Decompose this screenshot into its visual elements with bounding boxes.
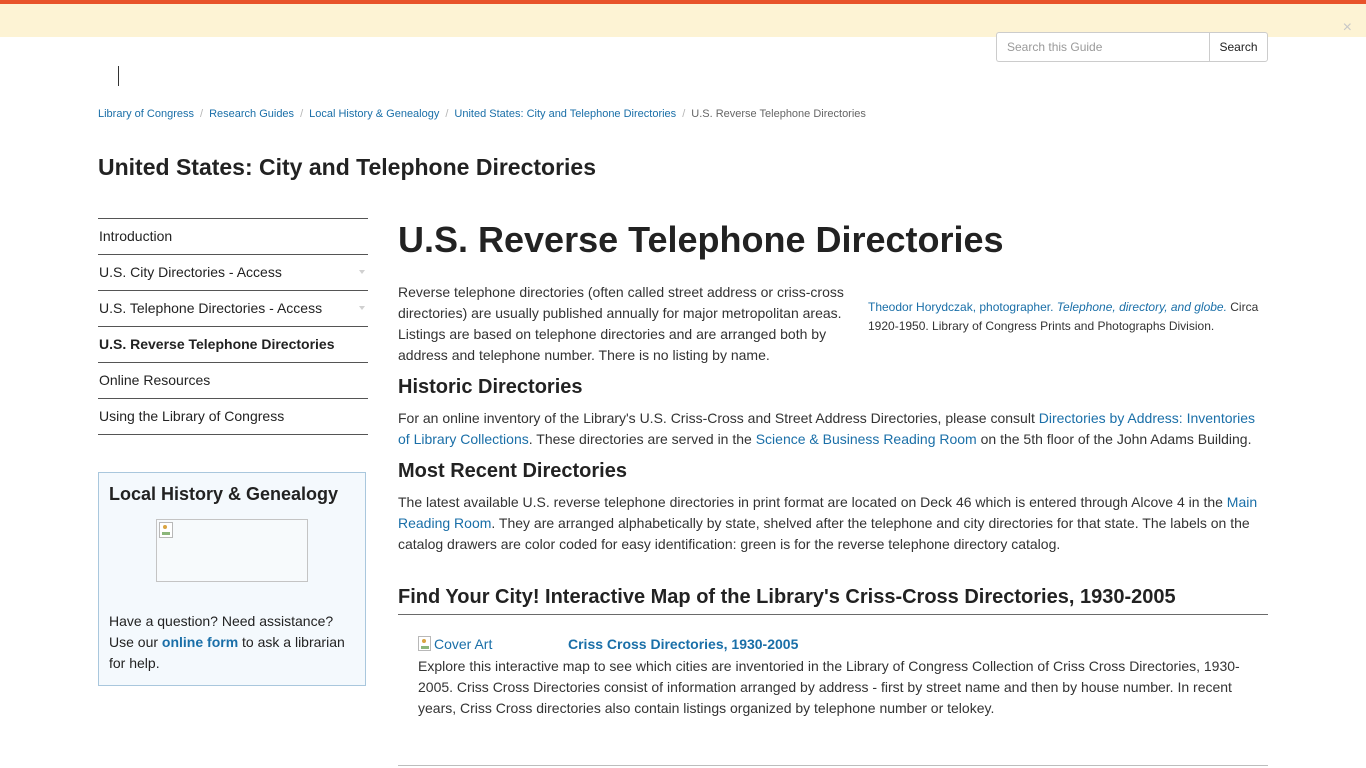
breadcrumb-item-local-history[interactable]: Local History & Genealogy [309, 108, 439, 120]
science-business-link[interactable]: Science & Business Reading Room [756, 431, 977, 447]
breadcrumb-item-city-telephone-directories[interactable]: United States: City and Telephone Direct… [454, 108, 676, 120]
breadcrumb-separator: / [300, 108, 304, 120]
map-section-heading: Find Your City! Interactive Map of the L… [398, 585, 1268, 615]
sidebar-item-introduction[interactable]: Introduction [98, 219, 368, 255]
cover-art-alt: Cover Art [434, 636, 493, 652]
cover-art-image[interactable]: Cover Art [418, 636, 568, 652]
search-button[interactable]: Search [1209, 32, 1268, 62]
historic-heading: Historic Directories [398, 376, 583, 398]
figure-caption: Theodor Horydczak, photographer. Telepho… [868, 298, 1268, 336]
breadcrumb: Library of Congress / Research Guides / Loca… [98, 108, 866, 120]
historic-text: For an online inventory of the Library's… [398, 408, 1268, 450]
photographer-link[interactable]: Theodor Horydczak, photographer. [868, 300, 1053, 314]
search-input[interactable] [996, 32, 1209, 62]
sidebar-box-image [156, 519, 308, 582]
breadcrumb-current: U.S. Reverse Telephone Directories [691, 108, 866, 120]
close-icon[interactable]: × [1343, 20, 1352, 36]
sidebar-item-label: U.S. City Directories - Access [99, 264, 282, 280]
chevron-down-icon[interactable] [359, 306, 365, 310]
breadcrumb-item-library-of-congress[interactable]: Library of Congress [98, 108, 194, 120]
breadcrumb-item-research-guides[interactable]: Research Guides [209, 108, 294, 120]
sidebar-item-telephone-directories[interactable]: U.S. Telephone Directories - Access [98, 291, 368, 327]
main-content: U.S. Reverse Telephone Directories Rever… [398, 218, 1268, 719]
recent-text-1: The latest available U.S. reverse teleph… [398, 494, 1227, 510]
recent-heading: Most Recent Directories [398, 460, 627, 482]
historic-text-1: For an online inventory of the Library's… [398, 410, 1039, 426]
intro-text: Reverse telephone directories (often cal… [398, 284, 844, 363]
map-resource-item: Cover Art Criss Cross Directories, 1930-… [418, 636, 1268, 719]
logo-divider [118, 66, 119, 86]
chevron-down-icon[interactable] [359, 270, 365, 274]
recent-text-2: . They are arranged alphabetically by st… [398, 515, 1250, 552]
sidebar-box-local-history: Local History & Genealogy Have a questio… [98, 472, 366, 686]
criss-cross-link[interactable]: Criss Cross Directories, 1930-2005 [568, 636, 798, 652]
page-title: U.S. Reverse Telephone Directories [398, 219, 1004, 260]
sidebar-item-online-resources[interactable]: Online Resources [98, 363, 368, 399]
sidebar-item-city-directories[interactable]: U.S. City Directories - Access [98, 255, 368, 291]
sidebar-box-title: Local History & Genealogy [109, 484, 339, 504]
sidebar-item-reverse-directories[interactable]: U.S. Reverse Telephone Directories [98, 327, 368, 363]
guide-search: Search [996, 32, 1268, 62]
sidebar-item-label: Using the Library of Congress [99, 408, 285, 424]
historic-text-3: on the 5th floor of the John Adams Build… [976, 431, 1252, 447]
guide-title: United States: City and Telephone Direct… [98, 154, 597, 180]
sidebar-item-label: U.S. Telephone Directories - Access [99, 300, 323, 316]
breadcrumb-separator: / [682, 108, 686, 120]
section-divider [398, 765, 1268, 766]
sidebar-item-using-library[interactable]: Using the Library of Congress [98, 399, 368, 435]
sidebar-item-label: Introduction [99, 228, 173, 244]
sidebar-box-text: Have a question? Need assistance? Use ou… [109, 611, 355, 674]
sidebar-nav: Introduction U.S. City Directories - Acc… [98, 218, 368, 435]
broken-image-icon [418, 636, 431, 651]
recent-text: The latest available U.S. reverse teleph… [398, 492, 1268, 555]
map-description: Explore this interactive map to see whic… [418, 658, 1240, 716]
historic-text-2: . These directories are served in the [528, 431, 756, 447]
breadcrumb-separator: / [445, 108, 449, 120]
breadcrumb-separator: / [200, 108, 204, 120]
sidebar-item-label: U.S. Reverse Telephone Directories [99, 336, 335, 352]
online-form-link[interactable]: online form [162, 634, 238, 650]
intro-section: Reverse telephone directories (often cal… [398, 282, 1268, 366]
photo-title-link[interactable]: Telephone, directory, and globe. [1057, 300, 1227, 314]
sidebar-item-label: Online Resources [99, 372, 211, 388]
broken-image-icon [159, 522, 173, 538]
